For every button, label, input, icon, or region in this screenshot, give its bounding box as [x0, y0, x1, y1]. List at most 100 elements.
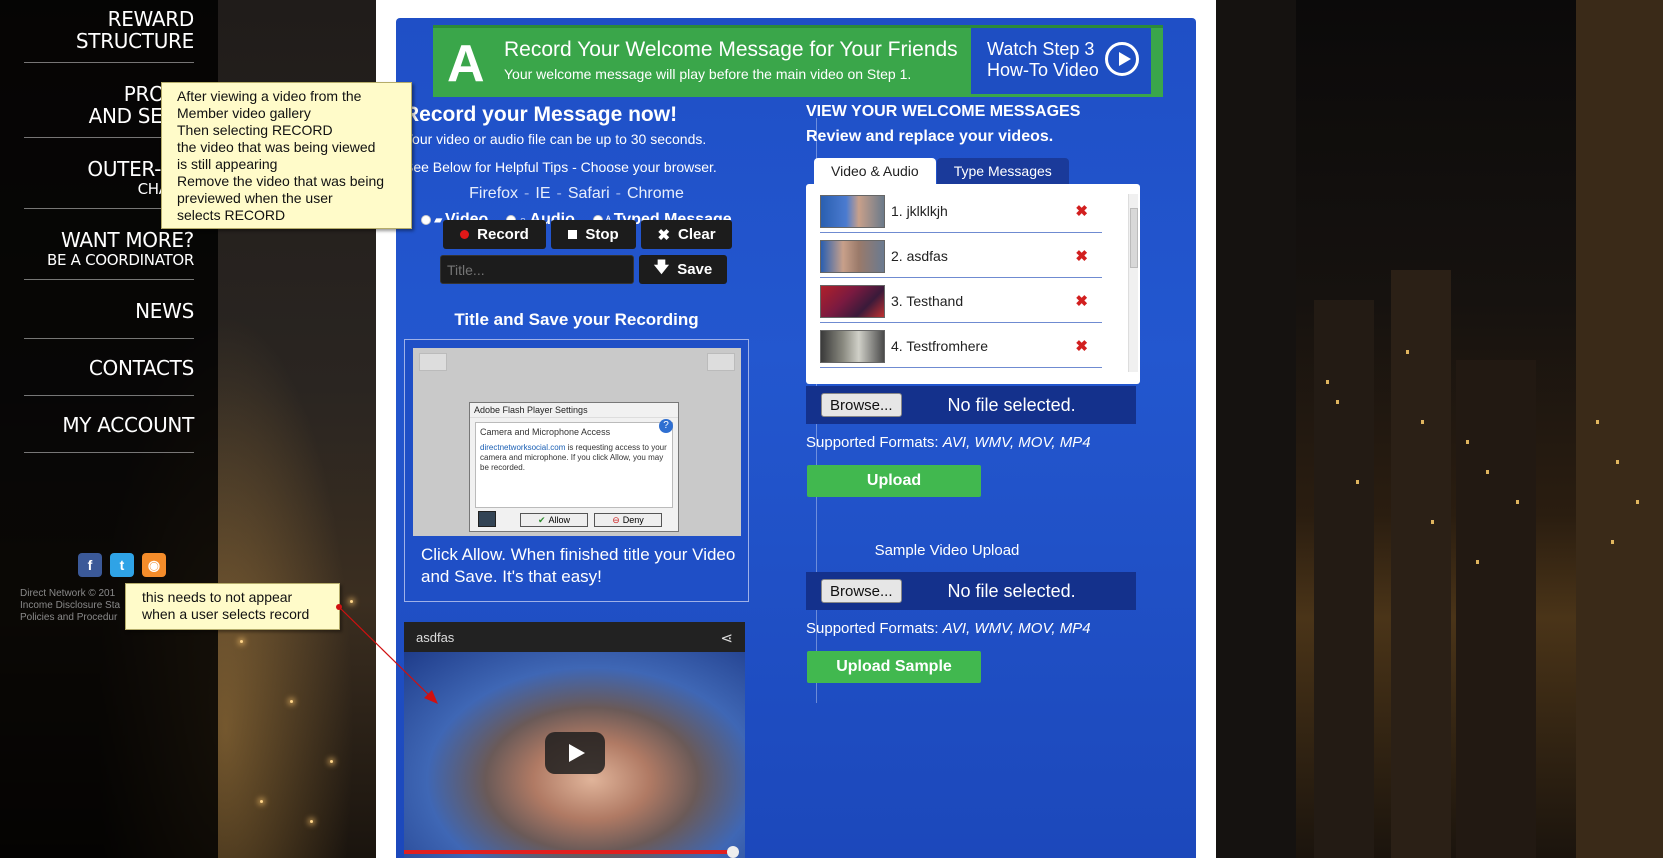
note-line: when a user selects record: [142, 606, 310, 622]
rss-icon[interactable]: ◉: [142, 553, 166, 577]
save-button[interactable]: 🡇 Save: [639, 255, 727, 284]
clear-button[interactable]: ✖ Clear: [641, 220, 732, 249]
video-title: asdfas: [416, 630, 455, 645]
flash-camera-preview: Adobe Flash Player Settings Camera and M…: [413, 348, 741, 536]
formats-prefix: Supported Formats:: [806, 434, 943, 451]
fullscreen-icon[interactable]: [707, 353, 735, 371]
video-progress-bar[interactable]: [404, 850, 732, 854]
flash-recorder: Adobe Flash Player Settings Camera and M…: [404, 339, 749, 602]
video-thumbnail-small[interactable]: [820, 284, 885, 318]
sample-supported-formats: Supported Formats: AVI, WMV, MOV, MP4: [806, 620, 1091, 637]
check-icon: ✔: [537, 514, 546, 525]
banner-subtitle: Your welcome message will play before th…: [504, 66, 912, 82]
note-line: After viewing a video from the: [177, 88, 362, 104]
main-content: A Record Your Welcome Message for Your F…: [376, 0, 1216, 858]
browser-ie-link[interactable]: IE: [535, 185, 550, 202]
annotation-note-record: After viewing a video from the Member vi…: [161, 82, 412, 229]
upload-file-row: Browse... No file selected.: [806, 386, 1136, 424]
nav-my-account[interactable]: MY ACCOUNT: [24, 396, 194, 453]
note-line: is still appearing: [177, 156, 278, 172]
scrollbar-thumb[interactable]: [1130, 208, 1138, 268]
message-title[interactable]: 3. Testhand: [891, 293, 1075, 309]
annotation-note-video: this needs to not appear when a user sel…: [125, 583, 340, 630]
message-title[interactable]: 4. Testfromhere: [891, 338, 1075, 354]
note-line: selects RECORD: [177, 207, 286, 223]
banner-title: Record Your Welcome Message for Your Fri…: [504, 38, 958, 61]
twitter-icon[interactable]: t: [110, 553, 134, 577]
sample-browse-button[interactable]: Browse...: [821, 579, 902, 603]
nav-reward-structure[interactable]: REWARD STRUCTURE: [24, 0, 194, 63]
messages-section: VIEW YOUR WELCOME MESSAGES Review and re…: [806, 103, 1141, 146]
list-item[interactable]: 2. asdfas ✖: [820, 235, 1102, 278]
domain-link: directnetworksocial.com: [480, 443, 566, 452]
upload-sample-button[interactable]: Upload Sample: [807, 651, 981, 683]
video-title-bar: asdfas ⋖: [404, 622, 745, 652]
message-title[interactable]: 1. jklklkjh: [891, 203, 1075, 219]
video-thumbnail-small[interactable]: [820, 329, 885, 363]
video-camera-icon: ▰: [434, 214, 443, 226]
help-icon[interactable]: ?: [659, 419, 673, 433]
messages-heading: VIEW YOUR WELCOME MESSAGES: [806, 103, 1081, 120]
record-dot-icon: [460, 230, 470, 239]
flash-settings-dialog: Adobe Flash Player Settings Camera and M…: [469, 402, 679, 532]
video-thumbnail[interactable]: [404, 652, 745, 858]
city-background-right: [1216, 0, 1663, 858]
allow-button[interactable]: ✔ Allow: [520, 513, 588, 527]
message-title[interactable]: 2. asdfas: [891, 248, 1075, 264]
deny-button[interactable]: ⊖ Deny: [594, 513, 662, 527]
messages-subheading: Review and replace your videos.: [806, 128, 1054, 145]
recorder-section: Record your Message now! Your video or a…: [404, 103, 749, 229]
nav-label: WANT MORE?: [60, 228, 194, 252]
flash-caption: Click Allow. When finished title your Vi…: [421, 545, 736, 586]
monitor-icon: [478, 511, 496, 527]
message-tabs: Video & Audio Type Messages: [814, 158, 1069, 184]
delete-icon[interactable]: ✖: [1075, 202, 1088, 220]
browser-safari-link[interactable]: Safari: [568, 185, 610, 202]
nav-label-line2: STRUCTURE: [75, 29, 194, 53]
delete-icon[interactable]: ✖: [1075, 337, 1088, 355]
video-thumbnail-small[interactable]: [820, 239, 885, 273]
video-thumbnail-small[interactable]: [820, 194, 885, 228]
record-button[interactable]: Record: [443, 220, 546, 249]
watch-howto-button[interactable]: Watch Step 3 How-To Video: [971, 28, 1151, 94]
record-panel: A Record Your Welcome Message for Your F…: [396, 18, 1196, 858]
recorder-tips: See Below for Helpful Tips - Choose your…: [404, 159, 717, 175]
flash-dialog-title: Adobe Flash Player Settings: [470, 403, 678, 418]
note-line: previewed when the user: [177, 190, 333, 206]
note-line: the video that was being viewed: [177, 139, 376, 155]
recorder-limit: Your video or audio file can be up to 30…: [404, 131, 707, 147]
tab-type-messages[interactable]: Type Messages: [936, 158, 1069, 184]
video-preview-player[interactable]: asdfas ⋖: [404, 622, 745, 858]
facebook-icon[interactable]: f: [78, 553, 102, 577]
step-letter: A: [447, 35, 485, 93]
list-scrollbar[interactable]: [1128, 194, 1138, 372]
browser-links: Firefox - IE - Safari - Chrome: [469, 185, 684, 202]
delete-icon[interactable]: ✖: [1075, 247, 1088, 265]
nav-label: MY ACCOUNT: [62, 413, 194, 437]
formats-list: AVI, WMV, MOV, MP4: [942, 620, 1091, 637]
list-item[interactable]: 1. jklklkjh ✖: [820, 190, 1102, 233]
recording-title-input[interactable]: [440, 255, 634, 284]
browse-button[interactable]: Browse...: [821, 393, 902, 417]
stop-button[interactable]: Stop: [551, 220, 636, 249]
progress-scrubber[interactable]: [727, 846, 739, 858]
stop-label: Stop: [585, 226, 619, 243]
flash-dialog-header: Camera and Microphone Access: [480, 427, 611, 437]
nav-contacts[interactable]: CONTACTS: [24, 339, 194, 396]
share-icon[interactable]: ⋖: [720, 629, 733, 647]
delete-icon[interactable]: ✖: [1075, 292, 1088, 310]
browser-firefox-link[interactable]: Firefox: [469, 185, 518, 202]
radio-button[interactable]: [421, 215, 432, 225]
deny-label: Deny: [622, 515, 644, 525]
upload-button[interactable]: Upload: [807, 465, 981, 497]
note-line: Remove the video that was being: [177, 173, 385, 189]
nav-news[interactable]: NEWS: [24, 280, 194, 339]
sample-file-status: No file selected.: [947, 580, 1076, 601]
tab-video-audio[interactable]: Video & Audio: [814, 158, 936, 184]
recorder-controls: Record Stop ✖ Clear: [443, 220, 733, 249]
list-item[interactable]: 4. Testfromhere ✖: [820, 325, 1102, 368]
recorder-heading: Record your Message now!: [404, 103, 678, 126]
play-button[interactable]: [545, 732, 605, 774]
list-item[interactable]: 3. Testhand ✖: [820, 280, 1102, 323]
browser-chrome-link[interactable]: Chrome: [627, 185, 684, 202]
